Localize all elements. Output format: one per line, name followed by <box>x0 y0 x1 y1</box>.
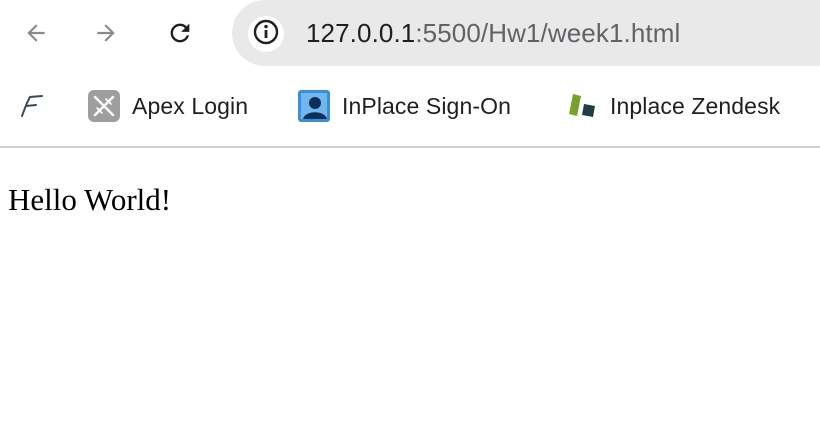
reload-icon <box>166 19 194 47</box>
back-button[interactable] <box>16 13 56 53</box>
f-logo-icon <box>16 90 48 122</box>
bookmark-label: Inplace Zendesk <box>610 92 781 119</box>
zendesk-logo-icon <box>566 90 598 122</box>
hello-text: Hello World! <box>8 182 172 217</box>
reload-button[interactable] <box>160 13 200 53</box>
bookmark-label: Apex Login <box>132 92 249 119</box>
bookmark-inplace-sign-on[interactable]: InPlace Sign-On <box>298 88 511 124</box>
forward-button[interactable] <box>86 13 126 53</box>
browser-toolbar: 127.0.0.1:5500/Hw1/week1.html <box>0 0 820 66</box>
site-info-button[interactable] <box>248 16 284 52</box>
info-icon <box>252 18 280 51</box>
url-text[interactable]: 127.0.0.1:5500/Hw1/week1.html <box>306 14 680 52</box>
apex-logo-icon <box>88 90 120 122</box>
bookmarks-bar: Apex Login InPlace Sign-On Inplace Zende… <box>0 66 820 148</box>
bookmark-label: InPlace Sign-On <box>342 92 511 119</box>
url-host: 127.0.0.1 <box>306 18 416 48</box>
bookmark-inplace-zendesk[interactable]: Inplace Zendesk <box>566 88 780 124</box>
user-profile-icon <box>298 90 330 122</box>
arrow-right-icon <box>93 20 119 46</box>
bookmark-f[interactable] <box>16 88 48 124</box>
url-path: :5500/Hw1/week1.html <box>415 18 681 48</box>
arrow-left-icon <box>23 20 49 46</box>
bookmark-apex-login[interactable]: Apex Login <box>88 88 248 124</box>
page-content: Hello World! <box>0 148 820 434</box>
